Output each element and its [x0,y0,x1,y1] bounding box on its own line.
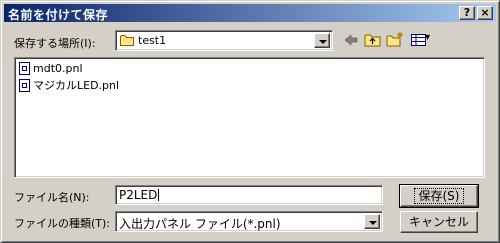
dialog-title: 名前を付けて保存 [8,8,109,22]
file-item[interactable]: マジカルLED.pnl [19,77,119,93]
cancel-button-label: キャンセル [408,215,469,229]
panel-file-icon [19,61,30,75]
chevron-down-icon[interactable] [314,33,330,48]
up-folder-icon [364,34,381,47]
save-in-combo[interactable]: test1 [115,30,333,51]
filename-input[interactable]: P2LED [115,185,383,205]
filename-value: P2LED [119,188,158,202]
file-item[interactable]: mdt0.pnl [19,61,83,77]
text-caret [158,189,160,201]
help-button[interactable]: ? [459,6,475,20]
title-bar[interactable]: 名前を付けて保存 ? × [4,4,496,22]
save-as-dialog: 名前を付けて保存 ? × 保存する場所(I): test1 ▾ mdt0.pnl… [0,0,500,243]
save-button-label: 保存(S) [413,188,465,204]
cancel-button[interactable]: キャンセル [400,211,478,233]
back-button[interactable] [340,30,362,50]
file-name: mdt0.pnl [33,61,83,75]
save-button[interactable]: 保存(S) [399,184,479,208]
panel-file-icon [19,78,30,92]
chevron-down-icon[interactable] [364,214,380,229]
filename-label: ファイル名(N): [14,191,90,204]
save-in-value: test1 [138,34,167,47]
filetype-select[interactable]: 入出力パネル ファイル(*.pnl) [115,211,383,232]
close-button[interactable]: × [477,6,493,20]
folder-icon [120,35,134,46]
view-menu-button[interactable]: ▾ [406,30,432,50]
save-in-label: 保存する場所(I): [14,37,96,50]
view-dropdown-arrow[interactable]: ▾ [425,32,430,43]
file-name: マジカルLED.pnl [33,79,120,92]
new-folder-button[interactable] [384,30,406,50]
back-arrow-icon [344,34,358,46]
new-folder-icon [386,32,403,47]
file-list[interactable]: mdt0.pnl マジカルLED.pnl [14,57,485,178]
up-folder-button[interactable] [362,30,384,50]
filetype-value: 入出力パネル ファイル(*.pnl) [119,217,281,231]
filetype-label: ファイルの種類(T): [14,217,111,230]
